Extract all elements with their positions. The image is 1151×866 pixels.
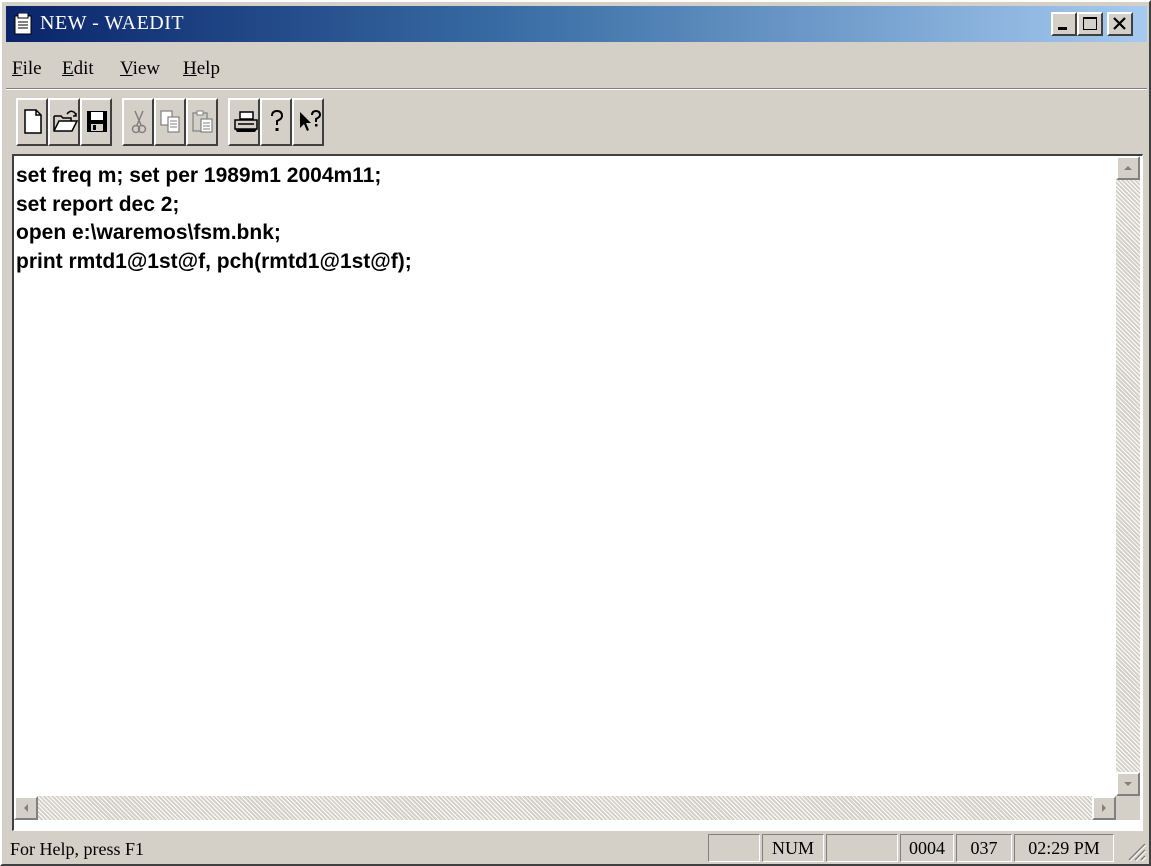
maximize-button[interactable] — [1077, 12, 1103, 36]
status-help-text: For Help, press F1 — [10, 839, 144, 859]
help-button[interactable] — [260, 98, 292, 146]
menu-edit-label: Edit — [62, 58, 94, 79]
context-help-button[interactable] — [292, 98, 324, 146]
scroll-down-button[interactable] — [1116, 772, 1140, 796]
menu-file-label: File — [12, 58, 42, 79]
maximize-icon — [1083, 17, 1097, 30]
code-line: print rmtd1@1st@f, pch(rmtd1@1st@f); — [16, 249, 412, 273]
code-line: set report dec 2; — [16, 192, 180, 216]
arrow-left-icon — [24, 804, 28, 812]
arrow-up-icon — [1124, 166, 1132, 170]
title-bar[interactable]: NEW - WAEDIT — [6, 6, 1147, 42]
minimize-icon — [1058, 27, 1067, 30]
cut-scissors-icon — [131, 110, 147, 134]
paste-button[interactable] — [186, 98, 218, 146]
code-text[interactable]: set freq m; set per 1989m1 2004m11; set r… — [16, 162, 412, 276]
copy-icon — [160, 110, 180, 133]
menu-bar: File Edit View Help — [6, 58, 1147, 88]
menu-view-label: View — [120, 58, 161, 79]
status-bar: For Help, press F1 NUM 0004 037 02:29 PM — [6, 834, 1147, 862]
code-line: set freq m; set per 1989m1 2004m11; — [16, 164, 382, 187]
menu-toolbar-divider — [6, 88, 1147, 90]
scroll-left-button[interactable] — [14, 796, 38, 820]
status-pane-line: 0004 — [900, 834, 954, 862]
cut-button[interactable] — [122, 98, 154, 146]
resize-grip-icon[interactable] — [1125, 840, 1147, 862]
save-disk-icon — [87, 111, 107, 132]
menu-file[interactable]: File — [12, 58, 42, 80]
scroll-right-button[interactable] — [1092, 796, 1116, 820]
code-line: open e:\waremos\fsm.bnk; — [16, 221, 281, 244]
minimize-button[interactable] — [1051, 12, 1077, 36]
menu-help[interactable]: Help — [183, 58, 220, 80]
app-icon — [14, 13, 32, 35]
copy-button[interactable] — [154, 98, 186, 146]
vertical-scrollbar[interactable] — [1116, 156, 1140, 796]
close-button[interactable] — [1107, 12, 1133, 36]
menu-help-label: Help — [183, 58, 220, 79]
editor-area[interactable]: set freq m; set per 1989m1 2004m11; set r… — [12, 154, 1143, 831]
status-pane-num: NUM — [762, 834, 824, 862]
arrow-down-icon — [1124, 782, 1132, 786]
horizontal-scrollbar[interactable] — [14, 796, 1116, 820]
print-icon — [234, 111, 258, 132]
scroll-up-button[interactable] — [1116, 156, 1140, 180]
status-pane-scroll — [826, 834, 898, 862]
help-question-icon — [271, 109, 284, 131]
menu-edit[interactable]: Edit — [62, 58, 94, 80]
window-title: NEW - WAEDIT — [40, 12, 185, 34]
arrow-right-icon — [1102, 804, 1106, 812]
new-button[interactable] — [16, 98, 48, 146]
close-icon — [1113, 17, 1126, 30]
status-pane-time: 02:29 PM — [1014, 834, 1114, 862]
scrollbar-corner — [1116, 796, 1140, 820]
open-folder-icon — [53, 110, 79, 132]
status-pane-caps — [708, 834, 760, 862]
menu-view[interactable]: View — [120, 58, 160, 80]
status-pane-col: 037 — [956, 834, 1012, 862]
save-button[interactable] — [80, 98, 112, 146]
print-button[interactable] — [228, 98, 260, 146]
paste-icon — [192, 110, 213, 133]
open-button[interactable] — [48, 98, 80, 146]
waedit-window: NEW - WAEDIT File Edit View Help set fre… — [0, 0, 1151, 866]
context-help-arrow-icon — [300, 109, 322, 131]
new-file-icon — [24, 109, 42, 134]
